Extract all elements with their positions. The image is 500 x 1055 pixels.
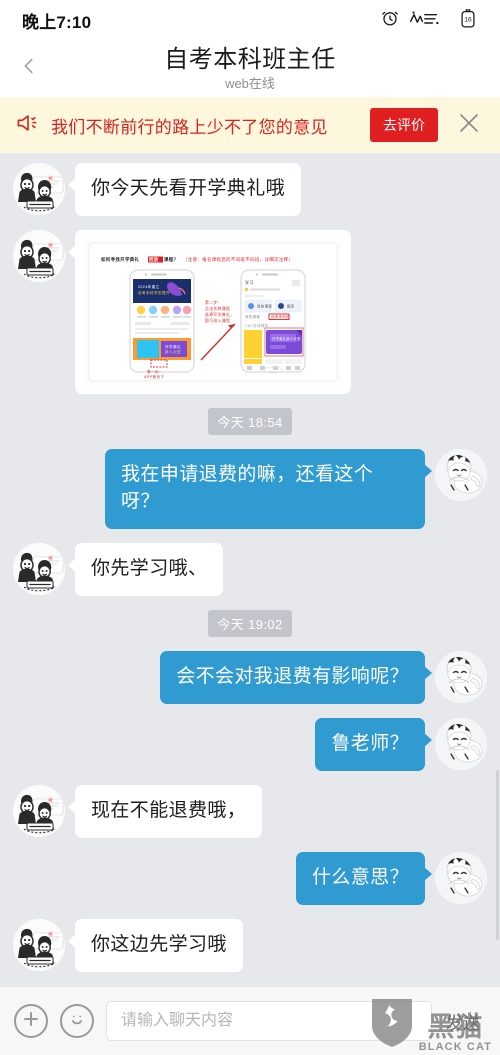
chevron-left-icon [18, 55, 40, 82]
svg-text:点击名称课程: 点击名称课程 [205, 306, 230, 311]
svg-text:1对1在线辅导: 1对1在线辅导 [245, 323, 269, 328]
svg-text:学习: 学习 [245, 279, 254, 285]
notice-text: 我们不断前行的路上少不了您的意见 [51, 117, 328, 137]
svg-text:16: 16 [464, 16, 472, 23]
tutorial-image[interactable]: 如何寻找开学典礼 回放 课程？ （注意：报名课程后的不同班不同班，详细见注释） … [83, 237, 343, 386]
message-row-incoming: 你这边先学习哦 [0, 918, 500, 972]
header-center: 自考本科班主任 web在线 [0, 45, 500, 91]
timestamp-divider: 今天 18:54 [0, 407, 500, 435]
text-message-bubble[interactable]: 我在申请退费的嘛，还看这个呀？ [105, 448, 432, 529]
message-input-bar: 发送 [0, 986, 500, 1055]
bubble-wrapper: 我在申请退费的嘛，还看这个呀？ [105, 448, 435, 529]
online-status: web在线 [225, 75, 275, 91]
svg-text:选择开学典礼，: 选择开学典礼， [205, 312, 234, 317]
svg-text:（注意：报名课程后的不同班不同班，详细见注释）: （注意：报名课程后的不同班不同班，详细见注释） [183, 256, 293, 263]
smiley-icon [67, 1009, 87, 1034]
bubble-wrapper: 如何寻找开学典礼 回放 课程？ （注意：报名课程后的不同班不同班，详细见注释） … [65, 229, 351, 394]
avatar-teacher[interactable] [13, 918, 65, 971]
svg-text:第一步：: 第一步： [147, 369, 163, 374]
battery-icon: 16 [458, 7, 478, 34]
svg-text:APP首页下: APP首页下 [144, 374, 164, 379]
chat-input[interactable] [106, 1001, 432, 1041]
svg-text:即可进入课程: 即可进入课程 [205, 318, 230, 323]
svg-text:课程？: 课程？ [164, 256, 178, 263]
bubble-wrapper: 现在不能退费哦， [65, 784, 263, 838]
timestamp-chip: 今天 18:54 [208, 407, 292, 435]
message-row-incoming: 你先学习哦、 [0, 542, 500, 596]
back-button[interactable] [14, 54, 44, 84]
bubble-wrapper: 你先学习哦、 [65, 542, 224, 596]
close-notice-button[interactable] [452, 108, 486, 142]
avatar-teacher[interactable] [13, 542, 65, 595]
send-button[interactable]: 发送 [444, 1009, 486, 1034]
svg-text:第二步：: 第二步： [205, 300, 222, 305]
message-row-incoming: 如何寻找开学典礼 回放 课程？ （注意：报名课程后的不同班不同班，详细见注释） … [0, 229, 500, 394]
svg-text:自考本科学历提升: 自考本科学历提升 [138, 290, 170, 295]
chat-header: 自考本科班主任 web在线 [0, 40, 500, 97]
svg-text:我的课程: 我的课程 [245, 314, 260, 319]
text-message-bubble[interactable]: 鲁老师？ [315, 717, 432, 771]
bubble-wrapper: 鲁老师？ [315, 717, 435, 771]
bubble-wrapper: 会不会对我退费有影响呢？ [160, 650, 435, 704]
close-icon [455, 109, 483, 142]
text-message-bubble[interactable]: 什么意思？ [295, 851, 433, 905]
svg-text:自考本科班: 自考本科班 [271, 314, 290, 319]
svg-text:题库: 题库 [287, 303, 295, 308]
text-message-bubble[interactable]: 你这边先学习哦 [68, 918, 243, 972]
timestamp-divider: 今天 19:02 [0, 609, 500, 637]
chat-screen: 晚上7:10 16 自考本科班主任 web在线 我们不断前行的路上少不了您的意见… [0, 0, 500, 1055]
megaphone-icon [16, 112, 41, 139]
text-message-bubble[interactable]: 你先学习哦、 [67, 542, 224, 596]
image-message-bubble[interactable]: 如何寻找开学典礼 回放 课程？ （注意：报名课程后的不同班不同班，详细见注释） … [68, 229, 351, 394]
svg-text:开学典礼新人大型: 开学典礼新人大型 [272, 336, 301, 341]
message-list[interactable]: 你今天先看开学典礼哦 如何寻找开学典礼 回放 课程？ （注意：报名课程后的不同班… [0, 153, 500, 986]
page-title: 自考本科班主任 [164, 45, 336, 73]
add-attachment-button[interactable] [14, 1004, 48, 1038]
status-bar: 晚上7:10 16 [0, 0, 500, 40]
avatar-user[interactable] [435, 650, 487, 703]
message-row-incoming: 你今天先看开学典礼哦 [0, 163, 500, 216]
bubble-wrapper: 你今天先看开学典礼哦 [65, 163, 302, 216]
bubble-wrapper: 什么意思？ [295, 851, 435, 905]
timestamp-chip: 今天 19:02 [208, 609, 292, 637]
svg-text:新人大型: 新人大型 [165, 349, 181, 354]
review-notice-banner: 我们不断前行的路上少不了您的意见 去评价 [0, 97, 500, 153]
avatar-user[interactable] [435, 448, 487, 501]
svg-text:开学典礼: 开学典礼 [165, 344, 181, 349]
bubble-wrapper: 你这边先学习哦 [65, 918, 243, 972]
svg-text:回放: 回放 [149, 256, 159, 263]
text-message-bubble[interactable]: 会不会对我退费有影响呢？ [160, 650, 432, 704]
avatar-teacher[interactable] [13, 229, 65, 282]
status-icons: 16 [380, 7, 478, 34]
alarm-clock-icon [380, 8, 400, 33]
message-row-incoming: 现在不能退费哦， [0, 784, 500, 838]
plus-icon [22, 1010, 40, 1033]
avatar-teacher[interactable] [13, 784, 65, 837]
text-message-bubble[interactable]: 你今天先看开学典礼哦 [67, 163, 302, 216]
go-review-button[interactable]: 去评价 [370, 108, 438, 142]
status-time: 晚上7:10 [22, 12, 92, 32]
svg-text:2024年建立: 2024年建立 [138, 284, 160, 289]
signal-pulse-icon [409, 8, 449, 33]
avatar-user[interactable] [435, 717, 487, 770]
svg-text:我的课程: 我的课程 [257, 303, 272, 308]
message-row-outgoing: 鲁老师？ [0, 717, 500, 771]
text-message-bubble[interactable]: 现在不能退费哦， [67, 784, 263, 838]
avatar-user[interactable] [435, 851, 487, 904]
message-row-outgoing: 我在申请退费的嘛，还看这个呀？ [0, 448, 500, 529]
tutorial-image-holder[interactable]: 如何寻找开学典礼 回放 课程？ （注意：报名课程后的不同班不同班，详细见注释） … [83, 237, 343, 386]
message-row-outgoing: 会不会对我退费有影响呢？ [0, 650, 500, 704]
svg-text:如何寻找开学典礼: 如何寻找开学典礼 [101, 256, 140, 263]
avatar-teacher[interactable] [13, 163, 65, 215]
message-row-outgoing: 什么意思？ [0, 851, 500, 905]
emoji-button[interactable] [60, 1004, 94, 1038]
scrollbar-thumb[interactable] [496, 770, 499, 940]
